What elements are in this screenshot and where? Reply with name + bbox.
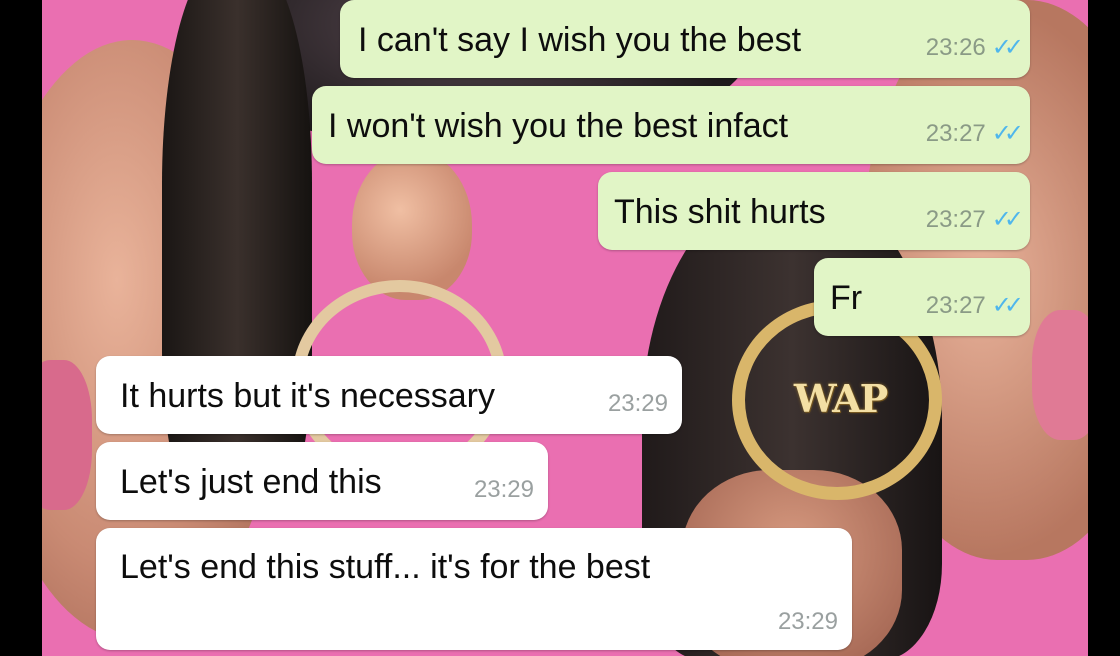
message-text: I can't say I wish you the best	[358, 21, 802, 59]
message-text: Let's just end this	[120, 463, 382, 501]
message-bubble-outgoing[interactable]: This shit hurts 23:27 ✓✓	[598, 172, 1030, 250]
double-check-icon: ✓✓	[991, 292, 1024, 319]
message-time: 23:29	[473, 476, 534, 503]
double-check-icon: ✓✓	[991, 206, 1024, 233]
message-bubble-incoming[interactable]: Let's end this stuff... it's for the bes…	[96, 528, 852, 650]
wallpaper-lips-right	[1032, 310, 1088, 440]
message-meta: 23:27 ✓✓	[925, 120, 1024, 148]
message-meta: 23:26 ✓✓	[925, 34, 1024, 62]
wallpaper-ear	[352, 150, 472, 300]
message-time: 23:27	[925, 120, 986, 147]
message-bubble-outgoing[interactable]: I can't say I wish you the best 23:26 ✓✓	[340, 0, 1030, 78]
message-text: Let's end this stuff... it's for the bes…	[120, 548, 651, 586]
message-time: 23:26	[925, 34, 986, 61]
message-text: It hurts but it's necessary	[120, 377, 495, 415]
message-text: This shit hurts	[614, 193, 826, 231]
wallpaper-lips-left	[42, 360, 92, 510]
wallpaper-hoop-lettering: WAP	[793, 376, 888, 421]
message-text: Fr	[830, 279, 863, 317]
message-bubble-outgoing[interactable]: Fr 23:27 ✓✓	[814, 258, 1030, 336]
message-time: 23:27	[925, 292, 986, 319]
double-check-icon: ✓✓	[991, 120, 1024, 147]
chat-area[interactable]: WAP I can't say I wish you the best 23:2…	[42, 0, 1088, 656]
message-time: 23:29	[777, 608, 838, 635]
message-bubble-incoming[interactable]: It hurts but it's necessary 23:29	[96, 356, 682, 434]
message-bubble-outgoing[interactable]: I won't wish you the best infact 23:27 ✓✓	[312, 86, 1030, 164]
message-time: 23:27	[925, 206, 986, 233]
message-bubble-incoming[interactable]: Let's just end this 23:29	[96, 442, 548, 520]
message-meta: 23:27 ✓✓	[925, 292, 1024, 320]
double-check-icon: ✓✓	[991, 34, 1024, 61]
message-text: I won't wish you the best infact	[328, 107, 789, 145]
message-meta: 23:27 ✓✓	[925, 206, 1024, 234]
message-time: 23:29	[607, 390, 668, 417]
